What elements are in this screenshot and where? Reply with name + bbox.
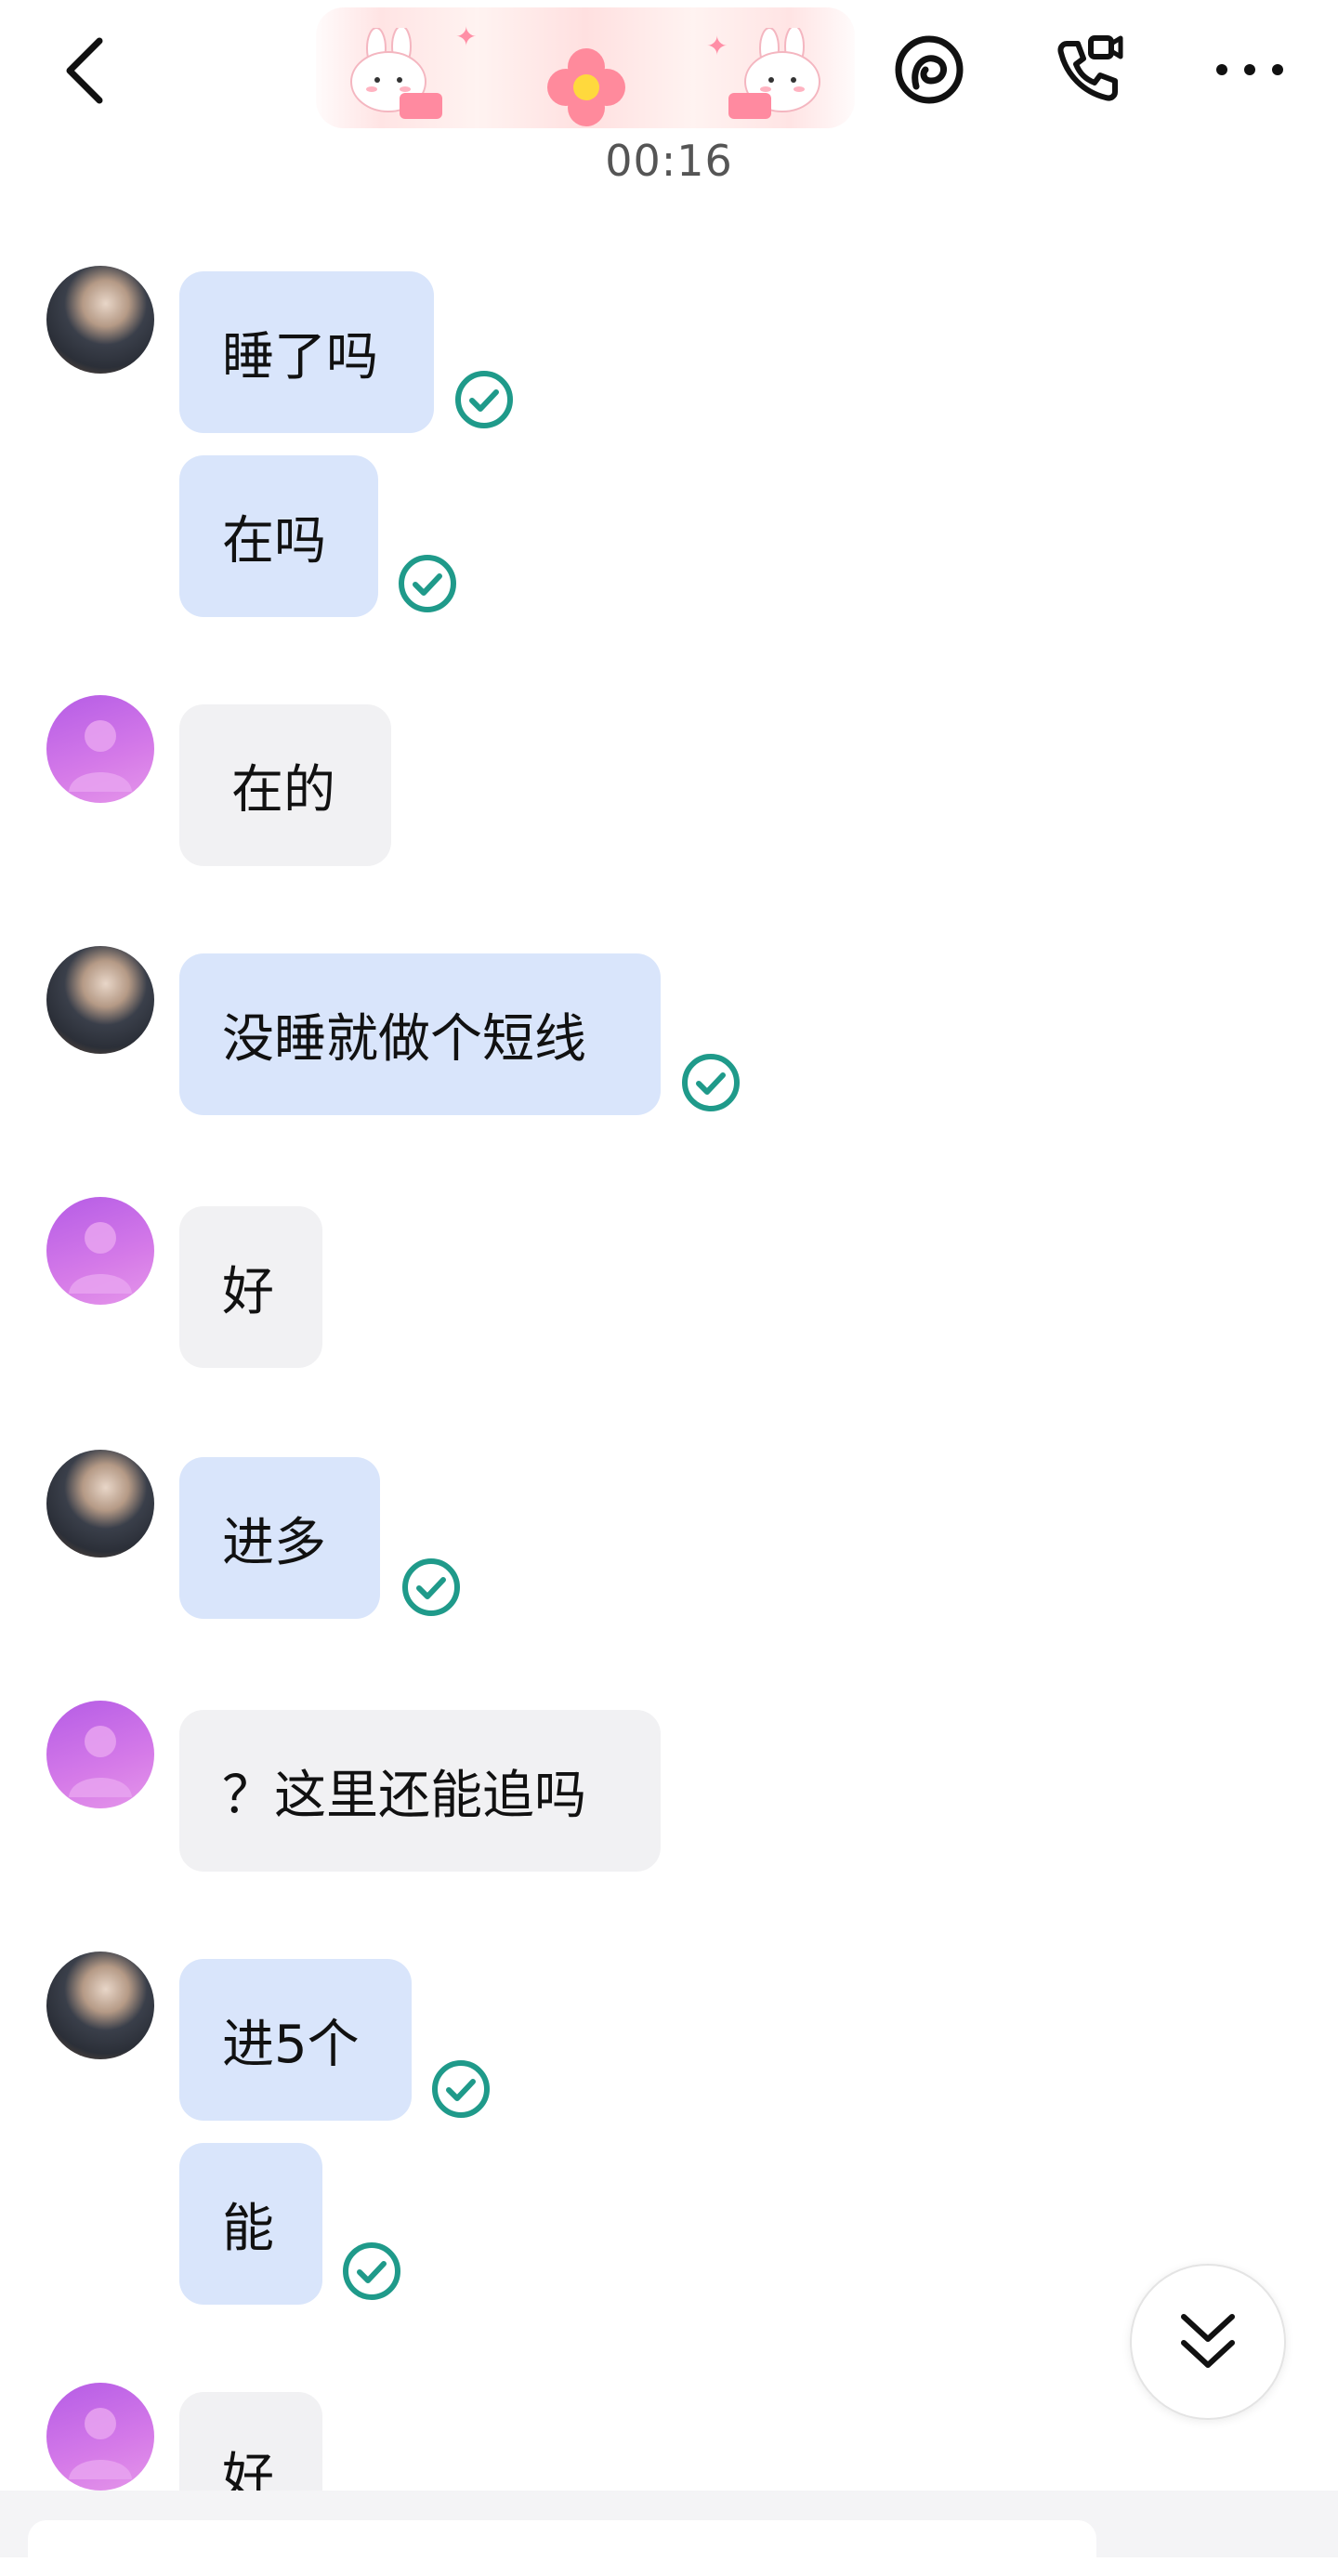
- message-text: 没睡就做个短线: [222, 1008, 586, 1070]
- message-bubble[interactable]: 能: [179, 2143, 322, 2305]
- message-bubble[interactable]: 在的: [179, 704, 391, 866]
- sparkle-icon: ✦: [455, 21, 478, 52]
- message-bubble[interactable]: 好: [179, 1206, 322, 1368]
- sticker-circle-icon: [895, 35, 964, 104]
- more-button[interactable]: [1208, 28, 1292, 112]
- avatar[interactable]: [46, 266, 154, 374]
- message-timestamp: 00:16: [605, 136, 733, 186]
- chevron-left-icon: [66, 37, 103, 104]
- read-check-icon: [399, 555, 456, 612]
- message-bubble[interactable]: 睡了吗: [179, 271, 434, 433]
- avatar[interactable]: [46, 1197, 154, 1305]
- default-user-icon: [69, 1726, 132, 1797]
- read-check-icon: [432, 2060, 490, 2118]
- more-icon: [1216, 64, 1283, 75]
- flower-icon: [547, 48, 625, 126]
- message-text: 睡了吗: [222, 326, 378, 388]
- message-bubble[interactable]: ？这里还能追吗: [179, 1710, 661, 1872]
- chat-header: ✦ ✦ 00:16: [0, 0, 1338, 195]
- message-bubble[interactable]: 在吗: [179, 455, 378, 617]
- call-icon: [1057, 35, 1123, 101]
- avatar[interactable]: [46, 1701, 154, 1808]
- default-user-icon: [69, 1222, 132, 1294]
- read-check-icon: [402, 1558, 460, 1616]
- message-input[interactable]: [28, 2520, 1096, 2576]
- sticker-circle-button[interactable]: [887, 28, 971, 112]
- default-user-icon: [69, 720, 132, 792]
- message-bubble[interactable]: 没睡就做个短线: [179, 953, 661, 1115]
- message-text: 好: [222, 1261, 274, 1322]
- message-text: 进多: [222, 1512, 326, 1573]
- avatar[interactable]: [46, 946, 154, 1054]
- double-chevron-down-icon: [1181, 2314, 1235, 2368]
- avatar[interactable]: [46, 1450, 154, 1557]
- default-user-icon: [69, 2408, 132, 2479]
- message-text: 进5个: [222, 2014, 360, 2075]
- message-text: 能: [222, 2198, 274, 2259]
- back-button[interactable]: [48, 33, 123, 108]
- bunny-banner: ✦ ✦: [316, 7, 855, 128]
- message-bubble[interactable]: 进多: [179, 1457, 380, 1619]
- message-bubble[interactable]: 进5个: [179, 1959, 412, 2121]
- call-button[interactable]: [1045, 28, 1129, 112]
- read-check-icon: [682, 1054, 740, 1111]
- avatar[interactable]: [46, 1952, 154, 2059]
- avatar[interactable]: [46, 695, 154, 803]
- bunny-sticker-icon: [350, 28, 442, 119]
- scroll-to-bottom-button[interactable]: [1130, 2264, 1286, 2420]
- message-text: ？这里还能追吗: [222, 1765, 586, 1826]
- bunny-sticker-icon: [728, 28, 820, 119]
- read-check-icon: [455, 371, 513, 428]
- avatar[interactable]: [46, 2383, 154, 2491]
- read-check-icon: [343, 2242, 400, 2300]
- message-text: 在的: [231, 759, 335, 821]
- message-text: 在吗: [222, 510, 326, 572]
